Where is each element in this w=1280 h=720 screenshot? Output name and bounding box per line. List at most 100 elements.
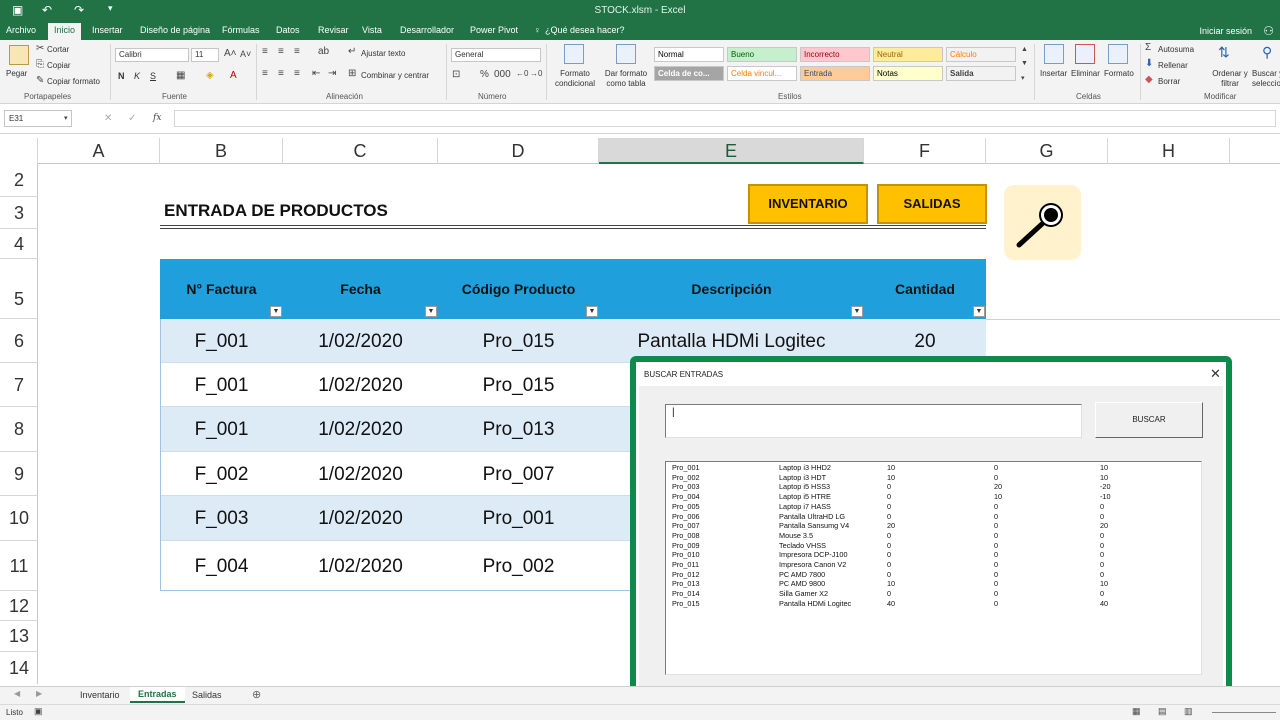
column-header-h[interactable]: H: [1108, 138, 1230, 164]
cell-style-normal[interactable]: Normal: [654, 47, 724, 62]
name-box[interactable]: E31: [4, 110, 72, 127]
row-header[interactable]: 12: [0, 591, 38, 621]
cell-codigo[interactable]: Pro_015: [438, 375, 599, 397]
clear-button[interactable]: Borrar: [1158, 77, 1180, 86]
format-as-table-button[interactable]: Dar formato como tabla: [600, 69, 652, 89]
list-item[interactable]: Pro_001 Laptop i3 HHD2 10 0 10: [666, 463, 1203, 473]
format-painter-button[interactable]: Copiar formato: [47, 77, 100, 86]
row-header[interactable]: 8: [0, 407, 38, 452]
italic-button[interactable]: K: [134, 71, 140, 81]
name-box-dropdown-icon[interactable]: ▾: [64, 114, 68, 122]
cell-fecha[interactable]: 1/02/2020: [283, 556, 438, 578]
tab-formulas[interactable]: Fórmulas: [222, 25, 260, 35]
cell-codigo[interactable]: Pro_001: [438, 508, 599, 530]
list-item[interactable]: Pro_004 Laptop i5 HTRE 0 10 -10: [666, 492, 1203, 502]
format-cells-button[interactable]: Formato: [1104, 69, 1134, 78]
align-middle-icon[interactable]: ≡: [278, 46, 284, 57]
cancel-icon[interactable]: ✕: [104, 113, 112, 124]
decrease-indent-icon[interactable]: ⇤: [312, 68, 320, 79]
inventario-button[interactable]: INVENTARIO: [748, 184, 868, 224]
cut-button[interactable]: Cortar: [47, 45, 69, 54]
buscar-button[interactable]: BUSCAR: [1095, 402, 1203, 438]
filter-dropdown-icon[interactable]: ▼: [851, 306, 863, 317]
tab-inicio[interactable]: Inicio: [48, 23, 82, 40]
cell-codigo[interactable]: Pro_015: [438, 331, 599, 353]
align-left-icon[interactable]: ≡: [262, 68, 268, 79]
tab-datos[interactable]: Datos: [276, 25, 300, 35]
cell-descripcion[interactable]: Pantalla HDMi Logitec: [599, 331, 864, 353]
cell-factura[interactable]: F_004: [160, 556, 283, 578]
column-header-c[interactable]: C: [283, 138, 438, 164]
cell-style-entrada[interactable]: Entrada: [800, 66, 870, 81]
cell-fecha[interactable]: 1/02/2020: [283, 419, 438, 441]
align-bottom-icon[interactable]: ≡: [294, 46, 300, 57]
cell-factura[interactable]: F_002: [160, 464, 283, 486]
increase-decimal-icon[interactable]: ←0: [516, 69, 528, 78]
fill-button[interactable]: Rellenar: [1158, 61, 1188, 70]
list-item[interactable]: Pro_005 Laptop i7 HASS 0 0 0: [666, 502, 1203, 512]
align-center-icon[interactable]: ≡: [278, 68, 284, 79]
filter-dropdown-icon[interactable]: ▼: [973, 306, 985, 317]
tab-vista[interactable]: Vista: [362, 25, 382, 35]
column-header-a[interactable]: A: [38, 138, 160, 164]
cell-style-bueno[interactable]: Bueno: [727, 47, 797, 62]
font-color-icon[interactable]: A: [230, 70, 237, 81]
tab-desarrollador[interactable]: Desarrollador: [400, 25, 454, 35]
list-item[interactable]: Pro_010 Impresora DCP-J100 0 0 0: [666, 550, 1203, 560]
page-layout-view-icon[interactable]: ▤: [1158, 706, 1167, 717]
wrap-text-button[interactable]: Ajustar texto: [361, 49, 405, 58]
row-header[interactable]: 4: [0, 229, 38, 259]
decrease-decimal-icon[interactable]: →0: [530, 69, 542, 78]
formula-input[interactable]: [174, 110, 1276, 127]
gallery-down-icon[interactable]: ▼: [1021, 60, 1028, 67]
list-item[interactable]: Pro_012 PC AMD 7800 0 0 0: [666, 570, 1203, 580]
cell-style-celda-de-co[interactable]: Celda de co...: [654, 66, 724, 81]
list-item[interactable]: Pro_014 Silla Gamer X2 0 0 0: [666, 589, 1203, 599]
cell-fecha[interactable]: 1/02/2020: [283, 375, 438, 397]
scroll-left-icon[interactable]: ◀: [14, 689, 20, 698]
shrink-font-icon[interactable]: A˅: [240, 49, 251, 59]
conditional-format-button[interactable]: Formato condicional: [550, 69, 600, 89]
insert-function-button[interactable]: fx: [153, 113, 161, 123]
font-size-select[interactable]: 11: [191, 48, 219, 62]
list-item[interactable]: Pro_015 Pantalla HDMi Logitec 40 0 40: [666, 599, 1203, 609]
cell-codigo[interactable]: Pro_007: [438, 464, 599, 486]
column-header-e[interactable]: E: [599, 138, 864, 164]
cell-factura[interactable]: F_001: [160, 331, 283, 353]
column-header-b[interactable]: B: [160, 138, 283, 164]
filter-dropdown-icon[interactable]: ▼: [425, 306, 437, 317]
cell-fecha[interactable]: 1/02/2020: [283, 331, 438, 353]
column-header-d[interactable]: D: [438, 138, 599, 164]
search-button[interactable]: [1004, 185, 1081, 260]
find-select-button[interactable]: Buscar y seleccionar: [1252, 69, 1280, 89]
tab-insertar[interactable]: Insertar: [92, 25, 123, 35]
align-right-icon[interactable]: ≡: [294, 68, 300, 79]
close-icon[interactable]: ✕: [1210, 366, 1221, 382]
sheet-tab-salidas[interactable]: Salidas: [184, 688, 230, 702]
macro-record-icon[interactable]: ▣: [34, 706, 43, 717]
list-item[interactable]: Pro_007 Pantalla Sansumg V4 20 0 20: [666, 521, 1203, 531]
number-format-select[interactable]: General: [451, 48, 541, 62]
cell-style-c-lculo[interactable]: Cálculo: [946, 47, 1016, 62]
cell-fecha[interactable]: 1/02/2020: [283, 508, 438, 530]
paste-icon[interactable]: [9, 45, 29, 65]
align-top-icon[interactable]: ≡: [262, 46, 268, 57]
fill-color-icon[interactable]: ◈: [206, 70, 214, 81]
font-name-select[interactable]: Calibri: [115, 48, 189, 62]
results-listbox[interactable]: Pro_001 Laptop i3 HHD2 10 0 10 Pro_002 Laptop …: [665, 461, 1202, 675]
row-header[interactable]: 7: [0, 363, 38, 407]
list-item[interactable]: Pro_013 PC AMD 9800 10 0 10: [666, 579, 1203, 589]
row-header[interactable]: 9: [0, 452, 38, 496]
scroll-right-icon[interactable]: ▶: [36, 689, 42, 698]
cell-factura[interactable]: F_001: [160, 375, 283, 397]
comma-style-icon[interactable]: 000: [494, 69, 511, 80]
tab-archivo[interactable]: Archivo: [6, 25, 36, 35]
sort-filter-button[interactable]: Ordenar y filtrar: [1208, 69, 1252, 89]
sheet-tab-entradas[interactable]: Entradas: [130, 687, 185, 703]
zoom-slider[interactable]: [1212, 712, 1276, 713]
gallery-more-icon[interactable]: ▾: [1021, 74, 1025, 82]
row-header[interactable]: 3: [0, 197, 38, 229]
search-input[interactable]: |: [665, 404, 1082, 438]
orientation-icon[interactable]: ab: [318, 46, 329, 57]
cell-factura[interactable]: F_003: [160, 508, 283, 530]
